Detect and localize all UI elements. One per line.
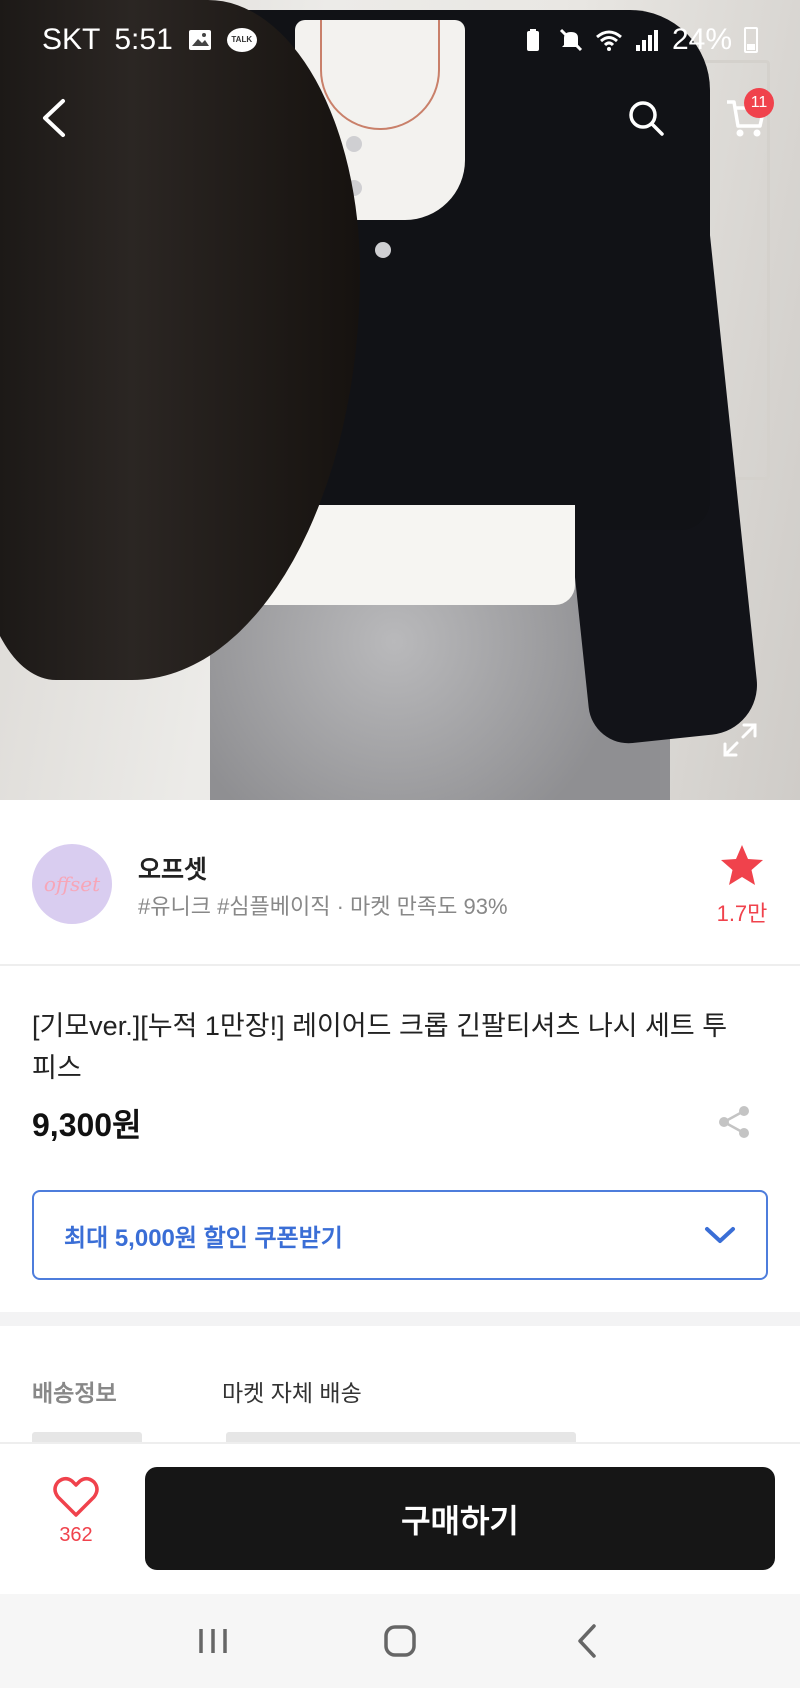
store-favorite-count: 1.7만	[716, 901, 768, 926]
back-arrow-icon	[577, 1624, 596, 1658]
store-section	[0, 800, 800, 966]
home-icon	[384, 1625, 416, 1657]
star-icon[interactable]	[718, 842, 766, 890]
coupon-button[interactable]: 최대 5,000원 할인 쿠폰받기	[32, 1190, 768, 1280]
chevron-left-icon	[43, 99, 65, 137]
status-bar: SKT 5:51 TALK 24%	[0, 0, 800, 80]
back-button[interactable]	[24, 88, 84, 148]
buy-button[interactable]: 구매하기	[145, 1467, 775, 1570]
battery-saver-icon	[526, 29, 539, 51]
recent-apps-icon	[199, 1629, 228, 1653]
store-name[interactable]: 오프셋	[138, 850, 207, 886]
store-logo[interactable]: offset	[32, 844, 112, 924]
shipping-info-label: 배송정보	[32, 1380, 117, 1406]
system-navigation-bar	[0, 1594, 800, 1688]
gallery-icon	[188, 30, 211, 50]
store-tags: #유니크 #심플베이직 · 마켓 만족도 93%	[138, 894, 508, 919]
like-count: 362	[59, 1524, 93, 1546]
share-icon	[719, 1106, 749, 1138]
next-info-row-partial	[32, 1432, 772, 1442]
shipping-info-value: 마켓 자체 배송	[222, 1380, 362, 1406]
product-price: 9,300원	[32, 1107, 142, 1143]
shipping-info-row: 배송정보 마켓 자체 배송	[32, 1374, 772, 1408]
signal-icon	[635, 30, 658, 51]
search-icon	[629, 101, 664, 136]
expand-icon	[723, 723, 757, 757]
mute-icon	[559, 28, 583, 52]
wifi-icon	[595, 30, 622, 51]
recent-apps-button[interactable]	[183, 1611, 243, 1671]
expand-image-button[interactable]	[712, 712, 768, 768]
clock: 5:51	[114, 23, 173, 56]
system-back-button[interactable]	[557, 1611, 617, 1671]
image-button-3	[375, 242, 391, 258]
share-button[interactable]	[714, 1100, 754, 1144]
chevron-down-icon	[705, 1227, 735, 1243]
partial-label	[32, 1432, 142, 1442]
like-button[interactable]: 362	[44, 1476, 108, 1566]
cart-badge: 11	[744, 88, 774, 118]
partial-value	[226, 1432, 577, 1442]
product-title: [기모ver.][누적 1만장!] 레이어드 크롭 긴팔티셔츠 나시 세트 투피…	[32, 1011, 728, 1083]
section-divider	[0, 1312, 800, 1326]
product-image[interactable]	[0, 0, 800, 800]
carrier: SKT	[42, 23, 101, 56]
battery-percent: 24%	[671, 23, 732, 56]
home-button[interactable]	[370, 1611, 430, 1671]
search-button[interactable]	[616, 88, 676, 148]
image-button-1	[346, 136, 362, 152]
kakaotalk-icon: TALK	[226, 28, 257, 52]
battery-icon	[744, 27, 758, 53]
cart-button[interactable]: 11	[716, 88, 776, 148]
coupon-label: 최대 5,000원 할인 쿠폰받기	[64, 1224, 343, 1252]
heart-icon	[53, 1477, 99, 1517]
